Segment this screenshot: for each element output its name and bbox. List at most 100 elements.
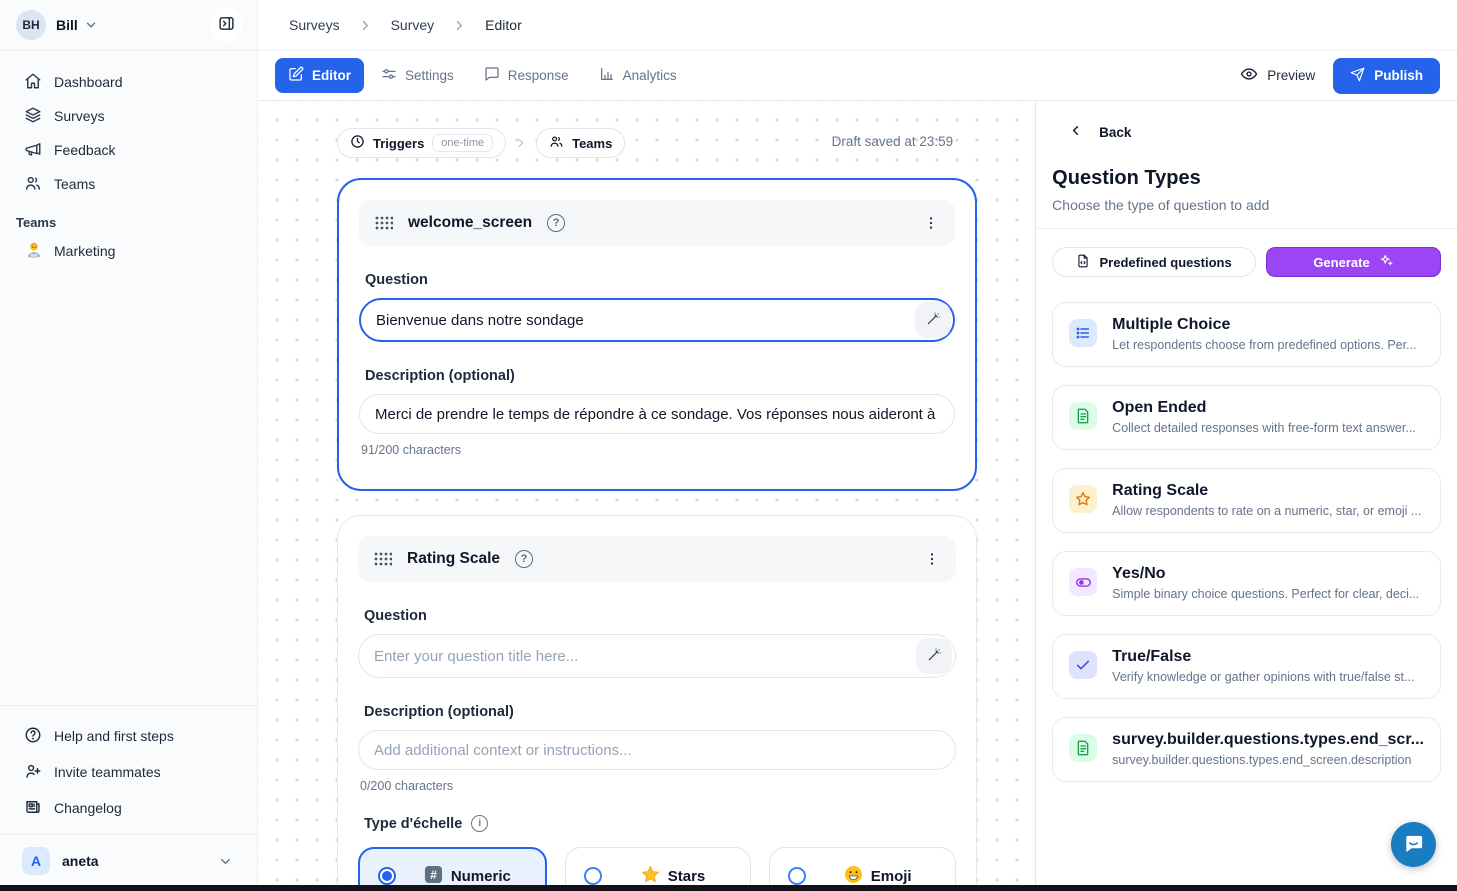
question-card-title: welcome_screen [408, 214, 532, 232]
question-type-description: survey.builder.questions.types.end_scree… [1112, 753, 1424, 767]
question-type-multiple-choice[interactable]: Multiple Choice Let respondents choose f… [1052, 302, 1441, 367]
help-circle-icon[interactable]: ? [515, 550, 533, 568]
question-type-name: Open Ended [1112, 399, 1416, 417]
question-type-description: Simple binary choice questions. Perfect … [1112, 587, 1419, 601]
sidebar-item-surveys[interactable]: Surveys [12, 99, 245, 133]
account-menu[interactable]: A aneta [0, 834, 257, 881]
generate-button[interactable]: Generate [1266, 247, 1441, 277]
sidebar-nav: Dashboard Surveys Feedback Teams [0, 51, 257, 201]
sidebar-item-teams[interactable]: Teams [12, 167, 245, 201]
predefined-questions-label: Predefined questions [1099, 255, 1231, 270]
sidebar-item-feedback[interactable]: Feedback [12, 133, 245, 167]
user-plus-icon [24, 762, 42, 783]
question-title-input[interactable] [359, 298, 955, 342]
question-description-input[interactable] [358, 730, 956, 770]
tab-settings[interactable]: Settings [368, 58, 467, 93]
question-title-input[interactable] [358, 634, 956, 678]
sidebar-item-help[interactable]: Help and first steps [12, 718, 245, 754]
radio-unchecked-icon[interactable] [788, 867, 806, 885]
message-square-icon [484, 66, 500, 85]
sidebar-item-marketing[interactable]: Marketing [0, 234, 257, 268]
scale-option-label: Numeric [451, 868, 511, 885]
sidebar-collapse-button[interactable] [209, 8, 243, 42]
question-type-description: Verify knowledge or gather opinions with… [1112, 670, 1414, 684]
magic-wand-button[interactable] [915, 302, 951, 338]
question-type-list: Multiple Choice Let respondents choose f… [1052, 302, 1441, 782]
tab-editor[interactable]: Editor [275, 58, 364, 93]
kebab-menu-icon[interactable] [924, 551, 940, 567]
question-type-name: Rating Scale [1112, 482, 1421, 500]
sidebar-item-invite[interactable]: Invite teammates [12, 754, 245, 790]
question-card-title: Rating Scale [407, 550, 500, 568]
chat-launcher-button[interactable] [1391, 822, 1436, 867]
question-type-name: True/False [1112, 648, 1414, 666]
drag-handle-icon[interactable] [374, 552, 392, 566]
generate-label: Generate [1313, 255, 1369, 270]
tab-response[interactable]: Response [471, 58, 582, 93]
chevron-right-icon [514, 136, 528, 150]
radio-unchecked-icon[interactable] [584, 867, 602, 885]
chevron-down-icon [84, 18, 98, 32]
file-text-icon [1069, 734, 1097, 762]
preview-button[interactable]: Preview [1240, 65, 1315, 86]
teams-chip[interactable]: Teams [536, 128, 625, 158]
breadcrumb-surveys[interactable]: Surveys [289, 17, 340, 33]
predefined-questions-button[interactable]: Predefined questions [1052, 247, 1256, 277]
screen-bottom-strip [0, 885, 1457, 891]
question-card-rating-scale[interactable]: Rating Scale ? Question Description (opt [337, 515, 977, 891]
sidebar-footer: Help and first steps Invite teammates Ch… [0, 705, 257, 891]
question-type-yes-no[interactable]: Yes/No Simple binary choice questions. P… [1052, 551, 1441, 616]
publish-label: Publish [1374, 68, 1423, 83]
publish-button[interactable]: Publish [1333, 58, 1440, 94]
sidebar: BH Bill Dashboard Surv [0, 0, 258, 891]
magic-wand-button[interactable] [916, 638, 952, 674]
teams-chip-label: Teams [572, 136, 612, 151]
technologist-emoji-icon [24, 240, 44, 263]
workspace-switcher[interactable]: BH Bill [0, 0, 257, 51]
question-type-open-ended[interactable]: Open Ended Collect detailed responses wi… [1052, 385, 1441, 450]
file-code-icon [1076, 254, 1090, 271]
scale-option-label: Emoji [871, 868, 912, 885]
users-icon [549, 134, 564, 152]
tab-label: Response [508, 68, 569, 83]
radio-checked-icon[interactable] [378, 867, 396, 885]
question-type-rating-scale[interactable]: Rating Scale Allow respondents to rate o… [1052, 468, 1441, 533]
info-circle-icon[interactable]: i [471, 815, 488, 832]
team-item-label: Marketing [54, 243, 115, 259]
tab-analytics[interactable]: Analytics [586, 58, 690, 93]
sidebar-item-dashboard[interactable]: Dashboard [12, 65, 245, 99]
breadcrumb-editor[interactable]: Editor [485, 17, 522, 33]
sidebar-item-label: Changelog [54, 800, 122, 816]
pencil-square-icon [288, 66, 304, 85]
tab-label: Editor [312, 68, 351, 83]
chevron-right-icon [452, 18, 467, 33]
question-type-end-screen[interactable]: survey.builder.questions.types.end_scr..… [1052, 717, 1441, 782]
question-description-input[interactable] [359, 394, 955, 434]
kebab-menu-icon[interactable] [923, 215, 939, 231]
description-field-label: Description (optional) [365, 368, 955, 384]
question-card-welcome-screen[interactable]: welcome_screen ? Question Description (o [337, 178, 977, 491]
check-icon [1069, 651, 1097, 679]
question-type-true-false[interactable]: True/False Verify knowledge or gather op… [1052, 634, 1441, 699]
account-name: aneta [62, 853, 99, 869]
question-card-header: welcome_screen ? [359, 200, 955, 246]
magic-wand-icon [925, 311, 941, 330]
panel-subtitle: Choose the type of question to add [1052, 197, 1441, 213]
sidebar-item-label: Surveys [54, 108, 105, 124]
newspaper-icon [24, 798, 42, 819]
panel-collapse-icon [218, 15, 235, 35]
draft-status: Draft saved at 23:59 [832, 134, 954, 149]
question-types-panel: Back Question Types Choose the type of q… [1035, 101, 1457, 891]
back-button[interactable]: Back [1052, 123, 1131, 141]
chat-bubble-icon [1402, 832, 1425, 858]
file-text-icon [1069, 402, 1097, 430]
sidebar-item-changelog[interactable]: Changelog [12, 790, 245, 826]
help-circle-icon[interactable]: ? [547, 214, 565, 232]
drag-handle-icon[interactable] [375, 216, 393, 230]
sparkles-icon [1379, 253, 1394, 271]
chevron-left-icon [1068, 123, 1083, 141]
app-root: BH Bill Dashboard Surv [0, 0, 1457, 891]
survey-canvas: Triggers one-time Teams Draft saved at 2… [258, 101, 1035, 891]
breadcrumb-survey[interactable]: Survey [391, 17, 435, 33]
triggers-chip[interactable]: Triggers one-time [337, 128, 506, 158]
